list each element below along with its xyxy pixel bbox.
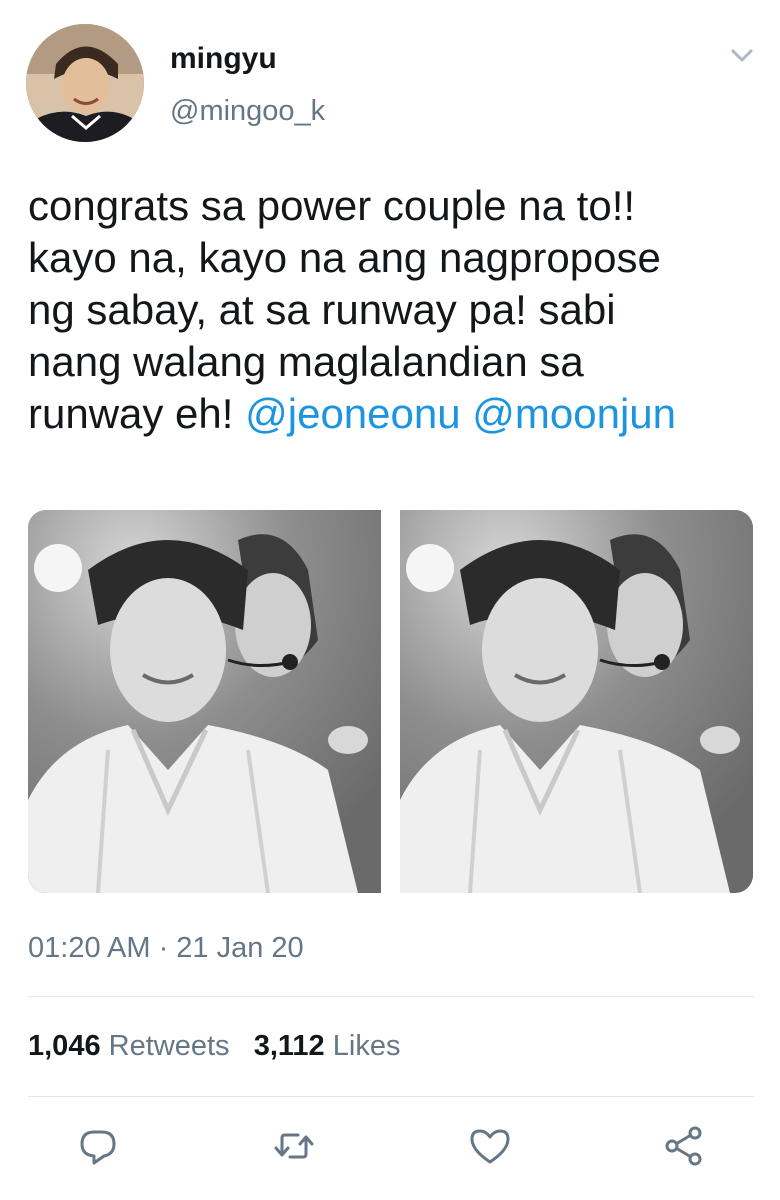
author-name[interactable]: mingyu — [170, 42, 277, 76]
tweet-text-line: congrats sa power couple na to!! — [28, 182, 636, 229]
tweet-text-line: ng sabay, at sa runway pa! sabi — [28, 286, 616, 333]
tweet-actions — [0, 1118, 780, 1178]
media-photo-2[interactable] — [400, 510, 753, 893]
divider — [28, 996, 754, 997]
tweet-text-line: nang walang maglalandian sa — [28, 338, 584, 385]
tweet-text-line: kayo na, kayo na ang nagpropose — [28, 234, 661, 281]
tweet-text: congrats sa power couple na to!! kayo na,… — [28, 180, 764, 440]
likes-label: Likes — [332, 1030, 401, 1062]
retweet-icon[interactable] — [272, 1124, 316, 1168]
avatar-photo — [26, 24, 144, 142]
reply-icon[interactable] — [76, 1124, 120, 1168]
mention-link-jeoneonu[interactable]: @jeoneonu — [245, 390, 460, 437]
divider — [28, 1096, 754, 1097]
author-handle[interactable]: @mingoo_k — [170, 95, 325, 128]
tweet-stats: 1,046 Retweets 3,112 Likes — [28, 1030, 400, 1063]
tweet-timestamp[interactable]: 01:20 AM · 21 Jan 20 — [28, 932, 304, 965]
media-photo-1[interactable] — [28, 510, 381, 893]
avatar[interactable] — [26, 24, 144, 142]
tweet-text-line: runway eh! — [28, 390, 246, 437]
share-icon[interactable] — [662, 1124, 706, 1168]
chevron-down-icon[interactable] — [727, 44, 757, 68]
retweets-label: Retweets — [108, 1030, 230, 1062]
retweets-count: 1,046 — [28, 1030, 101, 1062]
likes-count: 3,112 — [253, 1030, 325, 1062]
heart-icon[interactable] — [468, 1124, 512, 1168]
likes-stat[interactable]: 3,112 Likes — [254, 1030, 401, 1062]
retweets-stat[interactable]: 1,046 Retweets — [28, 1030, 230, 1062]
mention-link-moonjun[interactable]: @moonjun — [472, 390, 676, 437]
tweet-header: mingyu @mingoo_k — [0, 0, 780, 160]
